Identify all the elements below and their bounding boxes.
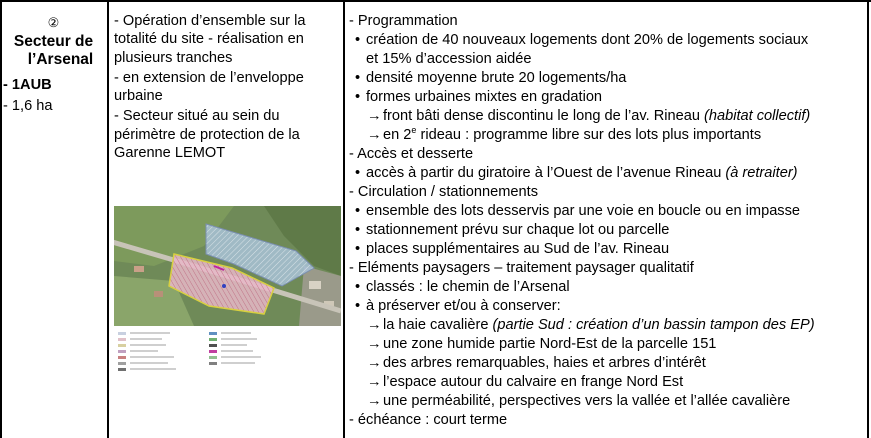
list-item-text: création de 40 nouveaux logements dont 2…: [366, 32, 809, 48]
list-item: • ensemble des lots desservis par une voi…: [349, 202, 865, 221]
sub-item-text: l’espace autour du calvaire en frange No…: [383, 374, 684, 390]
echeance-heading: - échéance : court terme: [349, 412, 508, 428]
arrow-icon: →: [367, 374, 382, 390]
list-item-text: accès à partir du giratoire à l’Ouest de…: [366, 165, 726, 181]
sub-item-text: une perméabilité, perspectives vers la v…: [383, 393, 791, 409]
sub-item-text: des arbres remarquables, haies et arbres…: [383, 355, 706, 371]
bullet-icon: •: [355, 241, 361, 257]
list-item-text: stationnement prévu sur chaque lot ou pa…: [366, 222, 670, 238]
list-item-text: classés : le chemin de l’Arsenal: [366, 279, 570, 295]
sub-item: →une perméabilité, perspectives vers la …: [349, 392, 865, 411]
sub-item: →l’espace autour du calvaire en frange N…: [349, 373, 865, 392]
bullet-icon: •: [355, 279, 361, 295]
list-item-italic: (à retraiter): [725, 165, 798, 181]
arrow-icon: →: [367, 317, 382, 333]
zone-label: - 1AUB: [3, 77, 52, 93]
list-item-text: formes urbaines mixtes en gradation: [366, 89, 603, 105]
list-item: • classés : le chemin de l’Arsenal: [349, 278, 865, 297]
sector-title-line2: l’Arsenal: [27, 51, 94, 68]
sub-item-text: rideau : programme libre sur des lots pl…: [416, 127, 762, 143]
bullet-icon: •: [355, 89, 361, 105]
list-item: • stationnement prévu sur chaque lot ou p…: [349, 221, 865, 240]
bullet-icon: •: [355, 222, 361, 238]
sub-item: →une zone humide partie Nord-Est de la p…: [349, 335, 865, 354]
sub-item-italic: (partie Sud : création d’un bassin tampo…: [492, 317, 815, 333]
context-paragraph-2: - en extension de l’enveloppe urbaine: [114, 69, 304, 105]
paysage-heading: - Eléments paysagers – traitement paysag…: [349, 260, 694, 276]
list-item-text: densité moyenne brute 20 logements/ha: [366, 70, 627, 86]
arrow-icon: →: [367, 355, 382, 371]
list-item: • places supplémentaires au Sud de l’av. …: [349, 240, 865, 259]
arrow-icon: →: [367, 336, 382, 352]
context-column: - Opération d’ensemble sur la totalité d…: [114, 12, 344, 162]
list-item: • accès à partir du giratoire à l’Ouest d…: [349, 164, 865, 183]
bullet-icon: •: [355, 70, 361, 86]
list-item: • formes urbaines mixtes en gradation: [349, 88, 865, 107]
arrow-icon: →: [367, 127, 382, 143]
context-paragraph-1: - Opération d’ensemble sur la totalité d…: [114, 13, 306, 66]
column-divider-1: [107, 0, 109, 438]
sub-item-text: front bâti dense discontinu le long de l…: [383, 108, 704, 124]
sector-title-line1: Secteur de: [13, 33, 94, 50]
list-item-text: places supplémentaires au Sud de l’av. R…: [366, 241, 670, 257]
site-aerial-map: [114, 206, 341, 388]
sector-column: ② Secteur de l’Arsenal - 1AUB - 1,6 ha: [3, 0, 104, 116]
bullet-icon: •: [355, 165, 361, 181]
list-item: • création de 40 nouveaux logements dont …: [349, 31, 865, 50]
list-item: • densité moyenne brute 20 logements/ha: [349, 69, 865, 88]
list-item-continuation: et 15% d’accession aidée: [366, 51, 532, 67]
sub-item-italic: (habitat collectif): [704, 108, 811, 124]
context-paragraph-3: - Secteur situé au sein du périmètre de …: [114, 108, 300, 162]
bullet-icon: •: [355, 203, 361, 219]
list-item-text: ensemble des lots desservis par une voie…: [366, 203, 801, 219]
area-label: - 1,6 ha: [3, 98, 53, 114]
orientations-column: - Programmation • création de 40 nouveaux…: [349, 12, 865, 430]
acces-heading: - Accès et desserte: [349, 146, 474, 162]
sub-item: →front bâti dense discontinu le long de …: [349, 107, 865, 126]
sub-item: →la haie cavalière (partie Sud : créatio…: [349, 316, 865, 335]
table-left-border: [0, 0, 2, 438]
table-top-border: [0, 0, 871, 2]
table-right-border: [867, 0, 869, 438]
sub-item: →en 2e rideau : programme libre sur des …: [349, 126, 865, 145]
sub-item-text: la haie cavalière: [383, 317, 493, 333]
site-map-figure: [114, 206, 341, 388]
list-item: • à préserver et/ou à conserver:: [349, 297, 865, 316]
circulation-heading: - Circulation / stationnements: [349, 184, 538, 200]
sub-item-text: en 2: [383, 127, 412, 143]
list-item-text: à préserver et/ou à conserver:: [366, 298, 561, 314]
sector-number: ②: [47, 15, 60, 30]
arrow-icon: →: [367, 393, 382, 409]
programmation-heading: - Programmation: [349, 13, 458, 29]
bullet-icon: •: [355, 298, 361, 314]
arrow-icon: →: [367, 108, 382, 124]
sub-item-text: une zone humide partie Nord-Est de la pa…: [383, 336, 717, 352]
bullet-icon: •: [355, 32, 361, 48]
sector-title: Secteur de l’Arsenal: [3, 33, 104, 69]
orientation-table: ② Secteur de l’Arsenal - 1AUB - 1,6 ha -…: [0, 0, 871, 438]
sub-item: →des arbres remarquables, haies et arbre…: [349, 354, 865, 373]
